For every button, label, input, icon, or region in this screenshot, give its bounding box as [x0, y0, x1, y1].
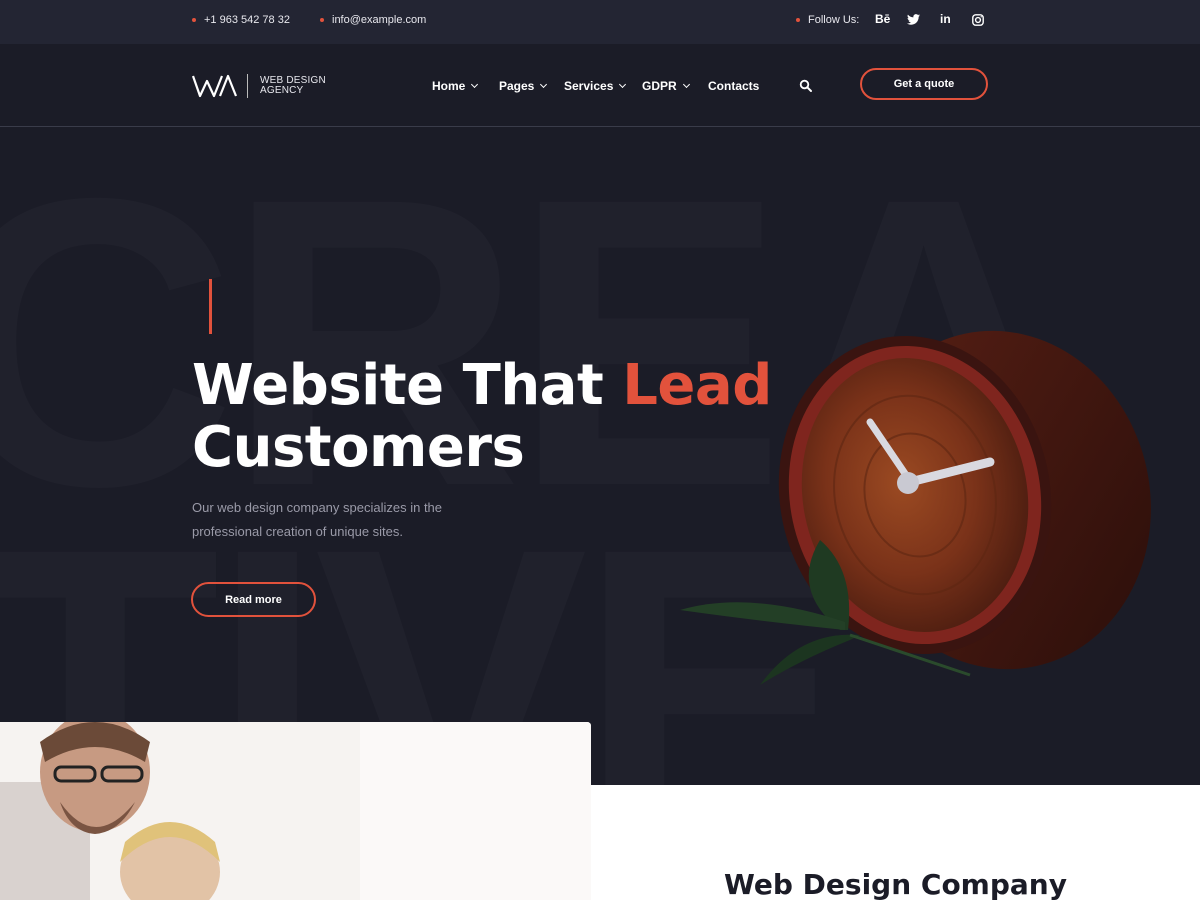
top-bar: +1 963 542 78 32 info@example.com Follow…: [0, 0, 1200, 44]
clock-illustration: [680, 330, 1151, 685]
nav-label: Contacts: [708, 79, 760, 93]
hero-title-part-1: Website That: [192, 353, 604, 418]
follow-us: Follow Us:: [796, 14, 859, 26]
read-more-button[interactable]: Read more: [191, 582, 316, 617]
bullet-dot-icon: [192, 18, 196, 22]
chevron-down-icon: [471, 80, 479, 89]
bullet-dot-icon: [796, 18, 800, 22]
logo-separator: [247, 74, 248, 98]
nav-item-pages[interactable]: Pages: [499, 79, 548, 93]
logo-line-2: AGENCY: [260, 85, 304, 96]
linkedin-icon[interactable]: in: [940, 12, 951, 26]
email-contact[interactable]: info@example.com: [320, 14, 426, 26]
twitter-icon[interactable]: [907, 14, 920, 28]
accent-line: [209, 279, 212, 334]
bullet-dot-icon: [320, 18, 324, 22]
nav-item-contacts[interactable]: Contacts: [708, 79, 759, 93]
phone-contact[interactable]: +1 963 542 78 32: [192, 14, 290, 26]
email-address: info@example.com: [332, 14, 427, 26]
behance-icon[interactable]: Bē: [875, 12, 890, 26]
get-quote-button[interactable]: Get a quote: [860, 68, 988, 100]
chevron-down-icon: [619, 80, 627, 89]
nav-label: GDPR: [642, 79, 677, 93]
instagram-icon[interactable]: [972, 14, 984, 29]
nav-label: Home: [432, 79, 466, 93]
nav-item-home[interactable]: Home: [432, 79, 479, 93]
hero-title-part-2: Customers: [192, 415, 525, 480]
section-title: Web Design Company: [724, 868, 1067, 900]
nav-label: Services: [564, 79, 614, 93]
chevron-down-icon: [540, 80, 548, 89]
follow-label: Follow Us:: [808, 14, 860, 26]
search-icon[interactable]: [799, 79, 813, 93]
phone-number: +1 963 542 78 32: [204, 14, 290, 26]
team-photo-image: [0, 722, 591, 900]
hero-description: Our web design company specializes in th…: [192, 500, 443, 539]
logo-mark-icon[interactable]: [192, 73, 238, 99]
chevron-down-icon: [682, 80, 690, 89]
nav-item-services[interactable]: Services: [564, 79, 627, 93]
nav-label: Pages: [499, 79, 535, 93]
nav-item-gdpr[interactable]: GDPR: [642, 79, 690, 93]
team-photo: [0, 722, 591, 900]
logo-text[interactable]: WEB DESIGN AGENCY: [260, 76, 326, 96]
